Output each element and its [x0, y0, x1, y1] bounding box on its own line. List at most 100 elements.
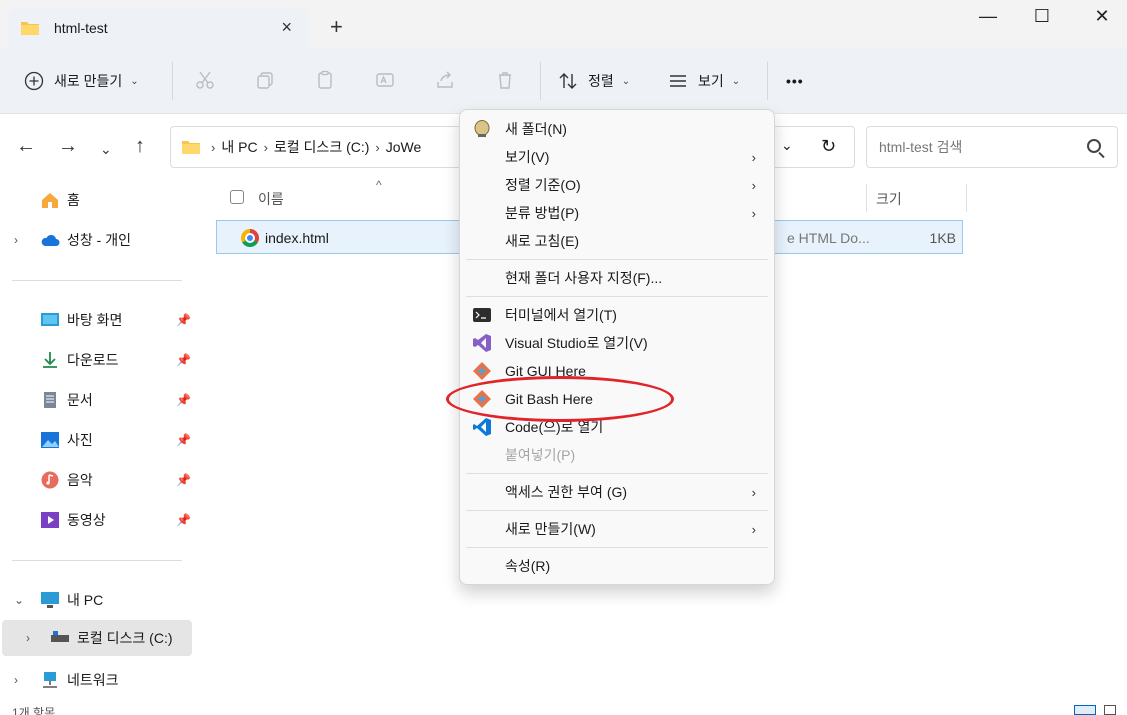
chevron-down-icon: ⌄ [130, 75, 139, 87]
sidebar-item-network[interactable]: › 네트워크 [0, 662, 194, 698]
pin-icon[interactable]: 📌 [176, 433, 191, 447]
sidebar-item-documents[interactable]: 문서 📌 [0, 382, 194, 418]
sidebar-item-downloads[interactable]: 다운로드 📌 [0, 342, 194, 378]
chevron-right-icon: › [751, 521, 756, 537]
cut-icon[interactable] [195, 70, 215, 93]
breadcrumb-jowe[interactable]: JoWe [386, 139, 422, 155]
recent-chevron-icon[interactable]: ⌄ [100, 139, 112, 159]
menu-item-give-access[interactable]: 액세스 권한 부여 (G) › [464, 478, 770, 506]
menu-divider [466, 259, 768, 260]
details-view-icon[interactable] [1074, 705, 1096, 715]
sidebar-item-videos[interactable]: 동영상 📌 [0, 502, 194, 538]
copy-icon[interactable] [255, 70, 275, 93]
pin-icon[interactable]: 📌 [176, 513, 191, 527]
up-arrow-icon[interactable]: ↑ [135, 136, 145, 156]
menu-item-label: 액세스 권한 부여 (G) [505, 484, 628, 500]
computer-icon [40, 591, 60, 609]
delete-icon[interactable] [495, 70, 515, 93]
tab-title: html-test [54, 20, 108, 36]
menu-item-group-by[interactable]: 분류 방법(P) › [464, 199, 770, 227]
sidebar-item-music[interactable]: 음악 📌 [0, 462, 194, 498]
menu-item-view[interactable]: 보기(V) › [464, 143, 770, 171]
chevron-right-icon: › [751, 149, 756, 165]
home-icon [40, 191, 60, 209]
vscode-icon [472, 417, 492, 437]
breadcrumb-my-pc[interactable]: 내 PC [221, 137, 257, 157]
divider [172, 62, 173, 100]
view-button[interactable]: 보기 ⌄ [668, 66, 740, 96]
view-label: 보기 [698, 73, 724, 89]
maximize-button[interactable]: ☐ [1030, 4, 1054, 28]
tab-close-icon[interactable]: × [281, 18, 292, 36]
search-input[interactable]: html-test 검색 [866, 126, 1118, 168]
chevron-down-icon[interactable]: ⌄ [14, 593, 24, 607]
column-header-size[interactable]: 크기 [876, 184, 902, 214]
column-header-name[interactable]: 이름 [258, 184, 284, 214]
refresh-icon[interactable]: ↻ [821, 136, 836, 157]
menu-item-label: 새로 만들기(W) [505, 521, 596, 537]
sidebar-item-label: 바탕 화면 [67, 312, 123, 328]
sidebar-item-onedrive[interactable]: › 성창 - 개인 [0, 222, 194, 258]
divider [12, 560, 182, 561]
address-history-chevron-icon[interactable]: ⌄ [781, 137, 793, 154]
navigation-pane: 홈 › 성창 - 개인 바탕 화면 📌 다운로드 📌 문서 📌 사진 📌 음악 … [0, 180, 196, 715]
sidebar-item-pictures[interactable]: 사진 📌 [0, 422, 194, 458]
more-button[interactable]: ••• [786, 66, 804, 96]
menu-item-new[interactable]: 새로 만들기(W) › [464, 515, 770, 543]
pin-icon[interactable]: 📌 [176, 353, 191, 367]
tab-html-test[interactable]: html-test × [8, 8, 308, 48]
view-toggle[interactable] [1074, 705, 1124, 715]
menu-item-sort-by[interactable]: 정렬 기준(O) › [464, 171, 770, 199]
context-menu: 새 폴더(N) 보기(V) › 정렬 기준(O) › 분류 방법(P) › 새로… [459, 109, 775, 585]
menu-item-label: 새 폴더(N) [505, 121, 567, 137]
chevron-right-icon[interactable]: › [26, 631, 30, 645]
rename-icon[interactable] [375, 70, 395, 93]
menu-item-label: Visual Studio로 열기(V) [505, 335, 648, 351]
column-divider [866, 184, 867, 212]
chevron-down-icon: ⌄ [731, 75, 741, 87]
pin-icon[interactable]: 📌 [176, 473, 191, 487]
new-button[interactable]: 새로 만들기 ⌄ [24, 66, 139, 96]
chevron-right-icon: › [751, 484, 756, 500]
select-all-checkbox[interactable] [230, 190, 244, 204]
sidebar-item-desktop[interactable]: 바탕 화면 📌 [0, 302, 194, 338]
file-name: index.html [265, 230, 329, 246]
minimize-button[interactable]: — [976, 4, 1000, 28]
menu-item-open-terminal[interactable]: 터미널에서 열기(T) [464, 301, 770, 329]
divider [540, 62, 541, 100]
tiles-view-icon[interactable] [1104, 705, 1116, 715]
menu-divider [466, 510, 768, 511]
search-icon [1087, 139, 1101, 153]
sidebar-item-local-disk[interactable]: › 로컬 디스크 (C:) [2, 620, 192, 656]
sidebar-item-this-pc[interactable]: ⌄ 내 PC [0, 582, 194, 618]
sidebar-item-label: 동영상 [67, 512, 106, 528]
share-icon[interactable] [435, 70, 455, 93]
forward-arrow-icon[interactable]: → [58, 136, 78, 156]
chevron-right-icon[interactable]: › [14, 673, 18, 687]
sort-button[interactable]: 정렬 ⌄ [558, 66, 630, 96]
chevron-right-icon[interactable]: › [14, 233, 18, 247]
breadcrumb-local-disk[interactable]: 로컬 디스크 (C:) [274, 137, 370, 157]
chevron-right-icon: › [375, 139, 380, 155]
sort-ascending-icon: ^ [376, 178, 382, 192]
new-tab-button[interactable]: + [330, 16, 343, 38]
back-arrow-icon[interactable]: ← [16, 136, 36, 156]
download-icon [40, 351, 60, 369]
sidebar-item-home[interactable]: 홈 [0, 182, 194, 218]
menu-item-properties[interactable]: 속성(R) [464, 552, 770, 580]
music-icon [40, 471, 60, 489]
menu-item-open-visual-studio[interactable]: Visual Studio로 열기(V) [464, 329, 770, 357]
command-bar: 새로 만들기 ⌄ 정렬 ⌄ 보기 ⌄ ••• [0, 48, 1127, 114]
menu-item-label: 보기(V) [505, 149, 550, 165]
paste-icon[interactable] [315, 70, 335, 93]
menu-item-new-folder[interactable]: 새 폴더(N) [464, 115, 770, 143]
drive-icon [50, 629, 70, 647]
menu-item-refresh[interactable]: 새로 고침(E) [464, 227, 770, 255]
pictures-icon [40, 431, 60, 449]
close-button[interactable]: ✕ [1090, 4, 1114, 28]
menu-item-customize-folder[interactable]: 현재 폴더 사용자 지정(F)... [464, 264, 770, 292]
search-placeholder: html-test 검색 [879, 139, 963, 155]
divider [12, 280, 182, 281]
pin-icon[interactable]: 📌 [176, 313, 191, 327]
pin-icon[interactable]: 📌 [176, 393, 191, 407]
